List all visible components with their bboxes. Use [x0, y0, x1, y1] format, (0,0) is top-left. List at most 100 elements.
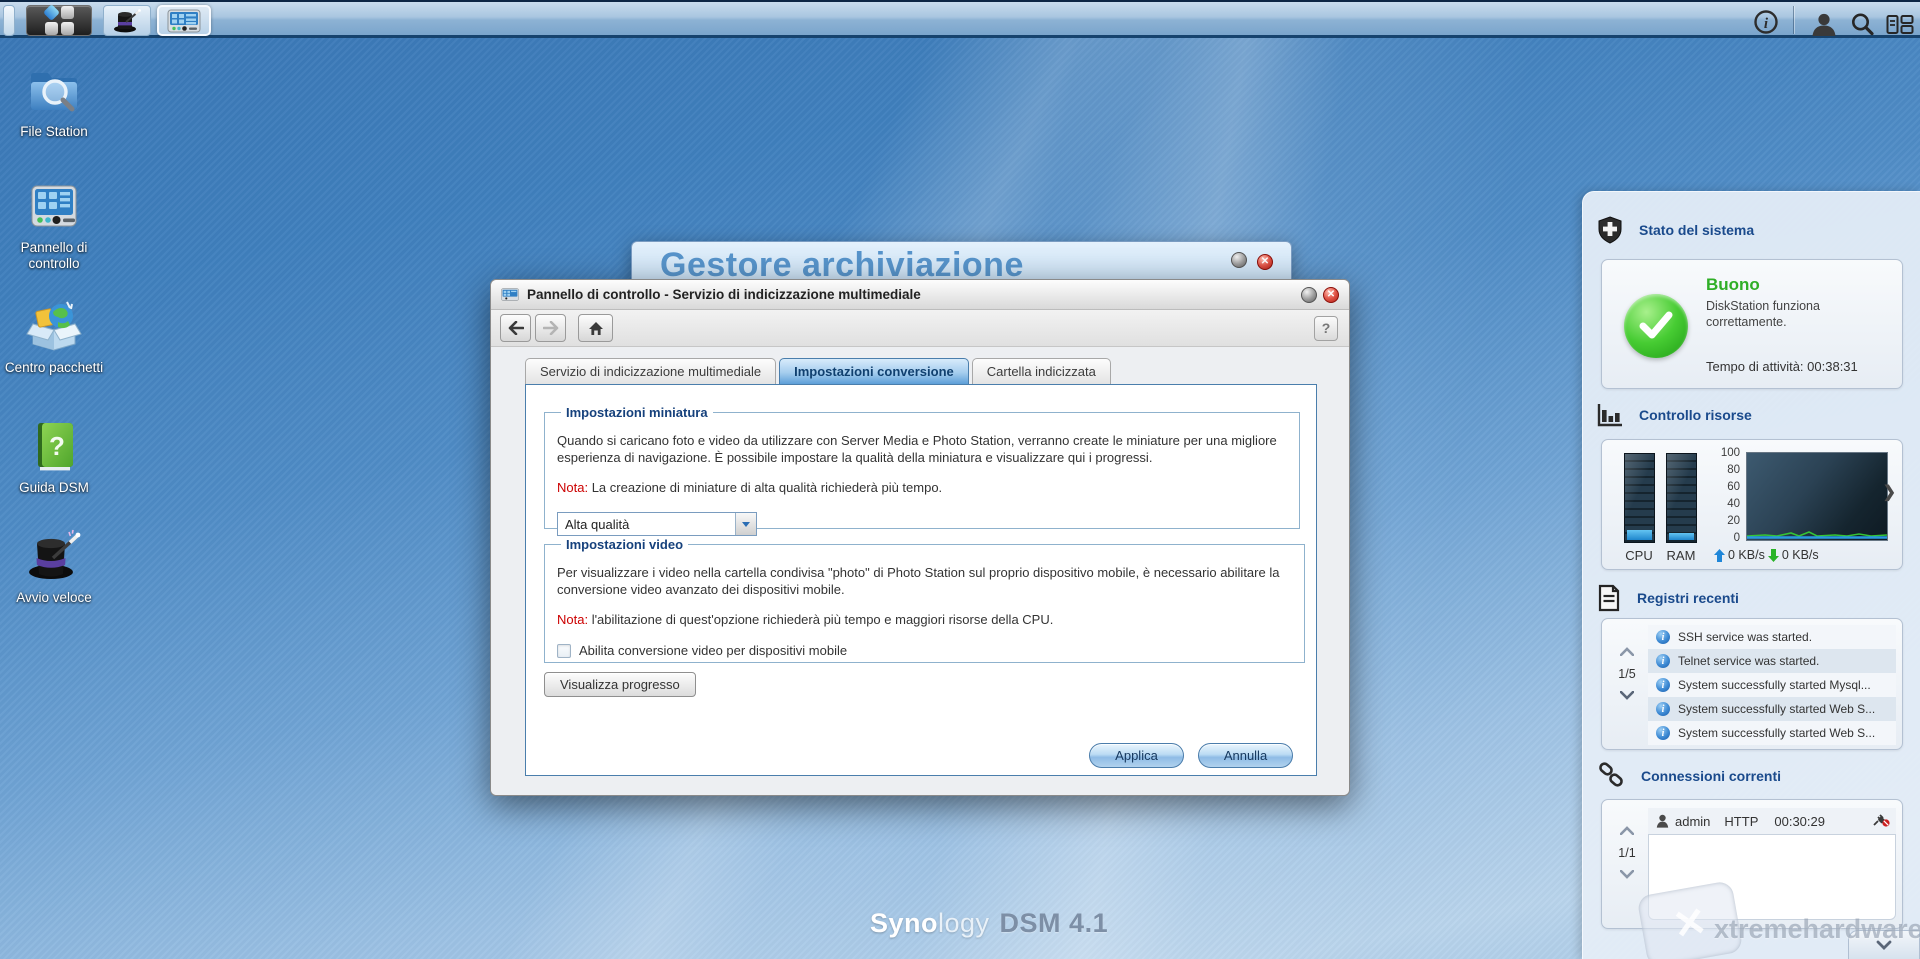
log-document-icon [1598, 584, 1620, 612]
tab-media-indexing-service[interactable]: Servizio di indicizzazione multimediale [525, 358, 777, 384]
log-row[interactable]: i System successfully started Mysql... [1648, 673, 1896, 697]
shield-icon [1598, 216, 1622, 244]
desktop: i File Station Pannello di controllo Cen… [0, 0, 1920, 959]
home-button[interactable] [578, 314, 613, 342]
enable-video-conversion-checkbox[interactable] [557, 643, 571, 658]
forward-button[interactable] [535, 314, 566, 342]
axis-tick: 40 [1727, 498, 1740, 510]
desktop-icon-package-center[interactable]: Centro pacchetti [0, 298, 108, 376]
tab-indexed-folder[interactable]: Cartella indicizzata [971, 358, 1111, 384]
logs-pager: 1/5 [1610, 643, 1644, 705]
video-settings-group: Impostazioni video Per visualizzare i vi… [544, 537, 1305, 663]
disconnect-icon[interactable] [1873, 813, 1890, 830]
apply-button[interactable]: Applica [1089, 743, 1184, 768]
system-health-card: Buono DiskStation funziona correttamente… [1601, 259, 1903, 389]
info-icon: i [1656, 678, 1670, 692]
upload-speed: 0 KB/s [1728, 548, 1765, 562]
desktop-icon-dsm-help[interactable]: ? Guida DSM [0, 418, 108, 496]
chevron-up-icon[interactable] [1619, 647, 1635, 657]
health-status: Buono [1706, 275, 1760, 294]
dropdown-button[interactable] [735, 513, 756, 535]
dialog-titlebar[interactable]: Pannello di controllo - Servizio di indi… [491, 280, 1349, 310]
svg-text:i: i [1764, 16, 1769, 32]
thumbnail-settings-text: Quando si caricano foto e video da utili… [557, 433, 1277, 465]
forward-arrow-icon [542, 321, 558, 335]
ram-label: RAM [1666, 548, 1696, 563]
desktop-icon-quick-start[interactable]: Avvio veloce [0, 528, 108, 606]
dialog-toolbar: ? [491, 310, 1349, 347]
info-icon: i [1656, 702, 1670, 716]
taskbar-info-button[interactable]: i [1752, 5, 1780, 38]
connection-row[interactable]: admin HTTP 00:30:29 [1648, 808, 1896, 834]
dsm-help-icon: ? [38, 423, 73, 471]
recent-logs-card: 1/5 i SSH service was started. i Telnet se… [1601, 618, 1903, 750]
chevron-down-icon[interactable] [1619, 869, 1635, 879]
log-row[interactable]: i System successfully started Web S... [1648, 721, 1896, 745]
close-icon[interactable]: ✕ [1323, 286, 1339, 303]
widgets-panel: Stato del sistema Buono DiskStation funz… [1582, 191, 1920, 959]
video-settings-text: Per visualizzare i video nella cartella … [557, 565, 1280, 597]
video-settings-legend: Impostazioni video [566, 537, 684, 552]
minimize-button[interactable] [1231, 252, 1247, 268]
quick-launch-button[interactable] [103, 5, 151, 36]
dsm-brand: Synology DSM 4.1 [870, 908, 1108, 939]
taskbar: i [0, 0, 1920, 38]
thumbnail-quality-select[interactable]: Alta qualità [557, 512, 757, 536]
download-speed: 0 KB/s [1781, 548, 1819, 562]
logs-page-indicator: 1/5 [1618, 667, 1636, 681]
connections-list-area [1648, 834, 1896, 920]
log-row[interactable]: i Telnet service was started. [1648, 649, 1896, 673]
enable-video-conversion-label: Abilita conversione video per dispositiv… [579, 643, 848, 658]
home-icon [588, 321, 603, 335]
view-progress-button[interactable]: Visualizza progresso [544, 672, 696, 697]
taskbar-user-button[interactable] [1810, 7, 1838, 40]
axis-tick: 0 [1733, 532, 1740, 544]
resource-monitor-card[interactable]: CPU RAM 100 80 60 40 20 0 0 KB/s 0 KB/s … [1601, 439, 1903, 570]
thumbnail-settings-group: Impostazioni miniatura Quando si carican… [544, 405, 1300, 536]
chevron-up-icon[interactable] [1619, 826, 1635, 836]
help-button[interactable]: ? [1314, 315, 1338, 341]
desktop-icon-control-panel[interactable]: Pannello di controllo [0, 178, 108, 272]
taskbar-separator [1793, 6, 1794, 34]
show-desktop-button[interactable] [3, 5, 15, 36]
log-row[interactable]: i System successfully started Web S... [1648, 697, 1896, 721]
desktop-icon-file-station[interactable]: File Station [0, 62, 108, 140]
chevron-down-icon[interactable] [1619, 690, 1635, 700]
axis-tick: 80 [1727, 464, 1740, 476]
control-panel-icon [167, 9, 201, 32]
brand-light: logy [938, 908, 990, 938]
main-menu-button[interactable] [26, 4, 92, 36]
axis-tick: 20 [1727, 515, 1740, 527]
log-row[interactable]: i SSH service was started. [1648, 625, 1896, 649]
chevron-down-icon [742, 521, 750, 527]
thumbnail-note: Nota: La creazione di miniature di alta … [557, 480, 943, 495]
close-icon[interactable]: ✕ [1257, 254, 1273, 270]
recent-logs-header[interactable]: Registri recenti [1597, 584, 1739, 612]
dialog-title: Pannello di controllo - Servizio di indi… [527, 287, 921, 302]
axis-tick: 100 [1720, 447, 1740, 459]
connection-user: admin [1675, 813, 1711, 829]
cancel-button[interactable]: Annulla [1198, 743, 1293, 768]
current-connections-header[interactable]: Connessioni correnti [1597, 762, 1781, 790]
axis-tick: 60 [1727, 481, 1740, 493]
link-icon [1599, 762, 1623, 787]
control-panel-task-button[interactable] [157, 5, 211, 36]
network-usage-chart [1746, 452, 1888, 541]
back-button[interactable] [500, 314, 531, 342]
system-health-header[interactable]: Stato del sistema [1597, 216, 1754, 244]
resource-monitor-header[interactable]: Controllo risorse [1597, 402, 1752, 428]
thumbnail-settings-legend: Impostazioni miniatura [566, 405, 708, 420]
widgets-collapse-tab[interactable] [1848, 930, 1920, 959]
resource-monitor-expand-arrow[interactable]: ❯ [1883, 482, 1896, 502]
taskbar-pilot-view-button[interactable] [1886, 8, 1914, 41]
widget-title: Stato del sistema [1639, 222, 1755, 238]
minimize-button[interactable] [1301, 286, 1317, 303]
tab-conversion-settings[interactable]: Impostazioni conversione [779, 358, 969, 384]
health-description: DiskStation funziona correttamente. [1706, 299, 1820, 329]
chevron-down-icon [1876, 940, 1892, 950]
current-connections-card: 1/1 admin HTTP 00:30:29 [1601, 799, 1903, 929]
info-icon: i [1656, 654, 1670, 668]
connections-page-indicator: 1/1 [1618, 846, 1636, 860]
taskbar-search-button[interactable] [1848, 7, 1876, 40]
tab-bar: Servizio di indicizzazione multimediale … [525, 358, 1114, 384]
